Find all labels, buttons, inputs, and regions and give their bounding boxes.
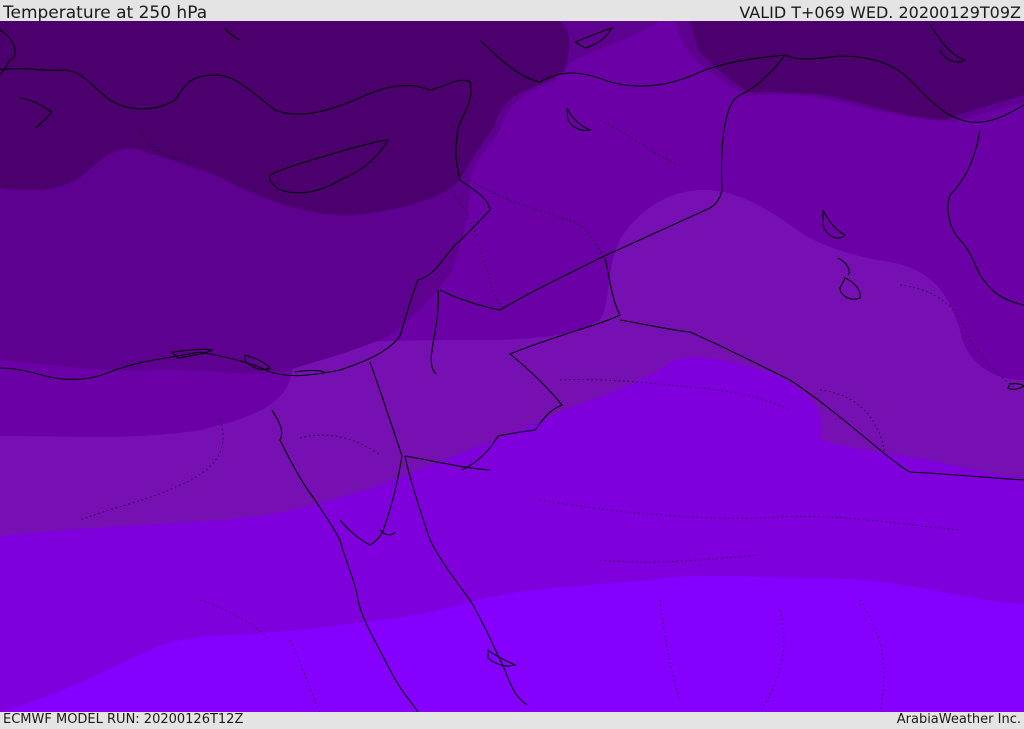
credit-label: ArabiaWeather Inc.	[896, 712, 1021, 727]
header-bar: Temperature at 250 hPa VALID T+069 WED. …	[0, 0, 1024, 23]
footer-bar: ECMWF MODEL RUN: 20200126T12Z ArabiaWeat…	[0, 712, 1024, 729]
valid-time-label: VALID T+069 WED. 20200129T09Z	[739, 3, 1021, 22]
map-title: Temperature at 250 hPa	[3, 3, 208, 23]
model-run-label: ECMWF MODEL RUN: 20200126T12Z	[3, 712, 244, 727]
temperature-map	[0, 21, 1024, 712]
